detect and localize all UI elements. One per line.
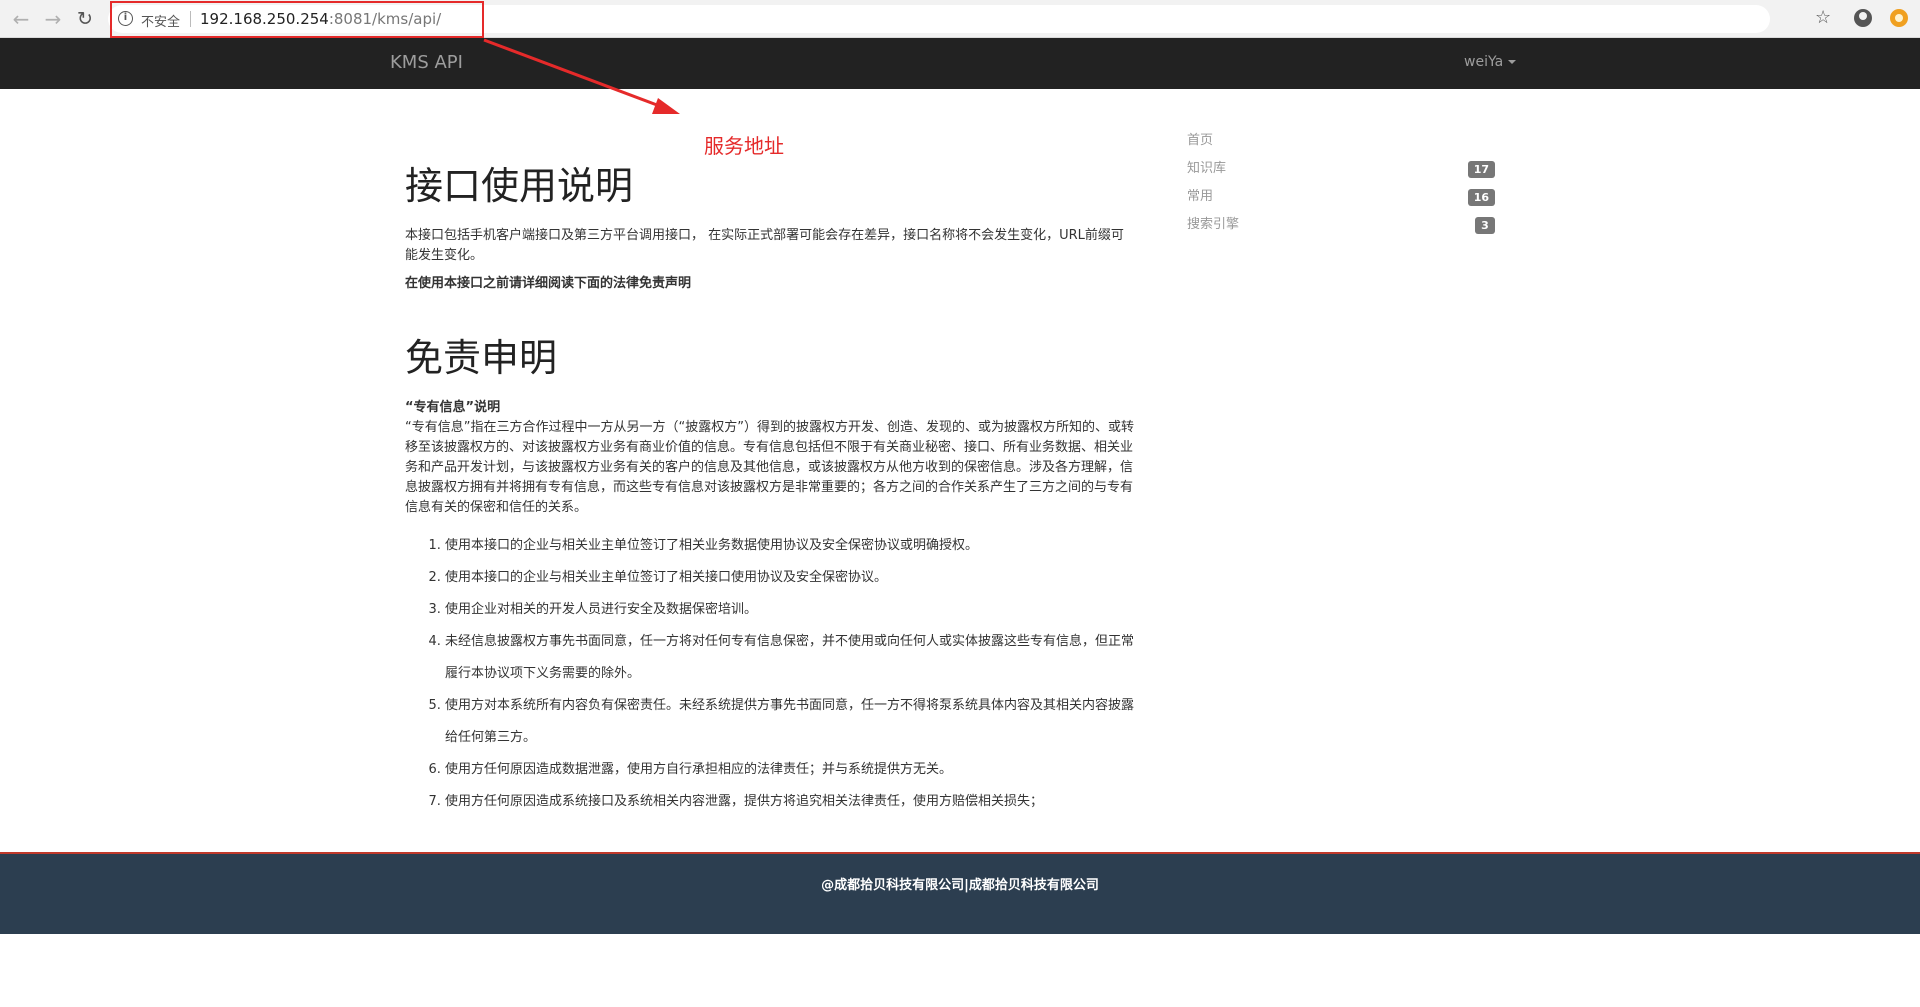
info-body: “专有信息”指在三方合作过程中一方从另一方（“披露权方”）得到的披露权方开发、创…	[405, 420, 1134, 515]
disclaimer-title: 免责申明	[405, 336, 558, 380]
sidebar-item-search-engine[interactable]: 搜索引擎 3	[1187, 214, 1495, 242]
sidebar-item-label: 首页	[1187, 133, 1214, 148]
usage-title: 接口使用说明	[405, 164, 634, 208]
arrow-head	[652, 98, 680, 114]
sidebar-item-knowledge-base[interactable]: 知识库 17	[1187, 158, 1495, 186]
info-title: “专有信息”说明	[405, 400, 501, 415]
sidebar-item-common[interactable]: 常用 16	[1187, 186, 1495, 214]
sidebar-nav: 首页 知识库 17 常用 16 搜索引擎 3	[1187, 130, 1495, 242]
list-item: 使用企业对相关的开发人员进行安全及数据保密培训。	[445, 594, 1135, 626]
list-item: 未经信息披露权方事先书面同意，任一方将对任何专有信息保密，并不使用或向任何人或实…	[445, 626, 1135, 690]
list-item: 使用本接口的企业与相关业主单位签订了相关业务数据使用协议及安全保密协议或明确授权…	[445, 530, 1135, 562]
sidebar-item-label: 知识库	[1187, 161, 1227, 176]
count-badge: 17	[1467, 161, 1495, 178]
count-badge: 16	[1467, 189, 1495, 206]
annotation-label: 服务地址	[704, 134, 784, 158]
page-footer: @成都拾贝科技有限公司|成都拾贝科技有限公司	[0, 852, 1920, 934]
list-item: 使用方任何原因造成系统接口及系统相关内容泄露，提供方将追究相关法律责任，使用方赔…	[445, 786, 1135, 818]
footer-text: @成都拾贝科技有限公司|成都拾贝科技有限公司	[821, 878, 1099, 893]
sidebar-item-home[interactable]: 首页	[1187, 130, 1495, 158]
list-item: 使用本接口的企业与相关业主单位签订了相关接口使用协议及安全保密协议。	[445, 562, 1135, 594]
sidebar-item-label: 常用	[1187, 189, 1214, 204]
arrow-line	[483, 38, 666, 110]
terms-list: 使用本接口的企业与相关业主单位签订了相关业务数据使用协议及安全保密协议或明确授权…	[405, 530, 1135, 818]
list-item: 使用方任何原因造成数据泄露，使用方自行承担相应的法律责任；并与系统提供方无关。	[445, 754, 1135, 786]
list-item: 使用方对本系统所有内容负有保密责任。未经系统提供方事先书面同意，任一方不得将泵系…	[445, 690, 1135, 754]
sidebar-item-label: 搜索引擎	[1187, 217, 1240, 232]
usage-text: 本接口包括手机客户端接口及第三方平台调用接口， 在实际正式部署可能会存在差异，接…	[405, 228, 1124, 263]
count-badge: 3	[1475, 217, 1495, 234]
usage-notice: 在使用本接口之前请详细阅读下面的法律免责声明	[405, 276, 692, 291]
main-content: 接口使用说明 本接口包括手机客户端接口及第三方平台调用接口， 在实际正式部署可能…	[405, 162, 1135, 818]
